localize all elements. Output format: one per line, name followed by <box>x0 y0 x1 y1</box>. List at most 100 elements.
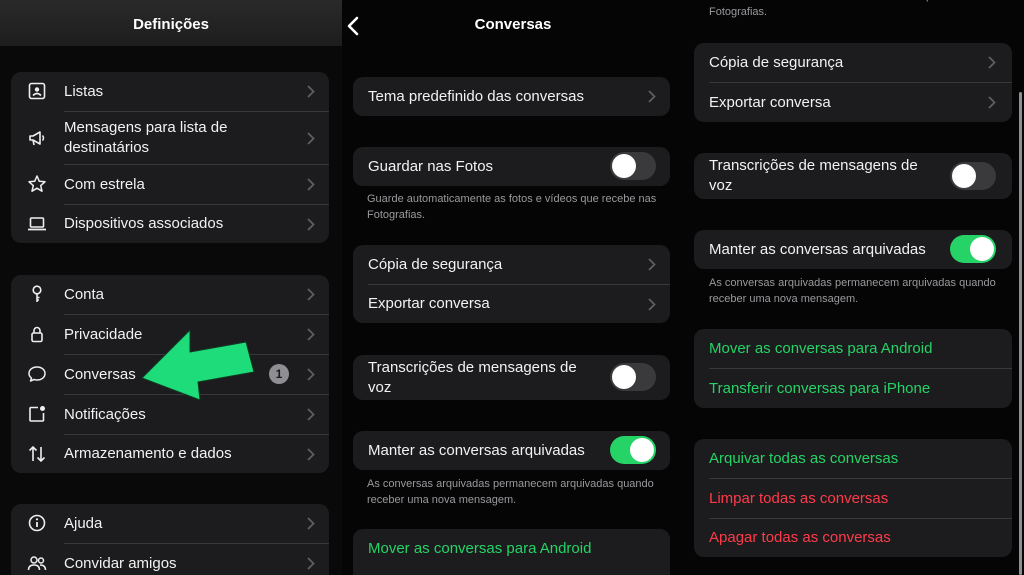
chevron-right-icon <box>648 90 656 103</box>
save-photos-toggle[interactable] <box>610 152 656 180</box>
key-icon <box>32 285 42 302</box>
data-arrows-icon <box>28 445 46 463</box>
settings-item-help[interactable]: Ajuda <box>11 504 329 543</box>
move-to-android-item[interactable]: Mover as conversas para Android <box>694 329 1012 368</box>
laptop-icon <box>28 217 46 231</box>
unread-badge: 1 <box>269 364 289 384</box>
settings-item-label: Conversas <box>64 365 136 383</box>
keep-archived-item: Manter as conversas arquivadas <box>353 431 670 470</box>
chevron-right-icon <box>307 288 315 301</box>
settings-item-storage[interactable]: Armazenamento e dados <box>11 435 329 473</box>
green-arrow-icon <box>141 329 255 400</box>
settings-item-label: Armazenamento e dados <box>64 445 232 462</box>
export-chat-item[interactable]: Exportar conversa <box>353 285 670 323</box>
chevron-right-icon <box>307 132 315 145</box>
keep-archived-item: Manter as conversas arquivadas <box>694 230 1012 269</box>
keep-archived-note: As conversas arquivadas permanecem arqui… <box>709 277 996 305</box>
settings-item-account[interactable]: Conta <box>11 275 329 314</box>
settings-item-linked-devices[interactable]: Dispositivos associados <box>11 205 329 243</box>
transcripts-group: Transcrições de mensagens de voz <box>353 355 670 400</box>
scrollbar[interactable] <box>1019 92 1022 575</box>
export-chat-item[interactable]: Exportar conversa <box>694 83 1012 122</box>
export-chat-label: Exportar conversa <box>368 295 490 312</box>
chevron-right-icon <box>307 85 315 98</box>
settings-item-label: Conta <box>64 285 105 303</box>
info-icon <box>28 514 46 532</box>
settings-item-label: Com estrela <box>64 175 145 193</box>
list-card-icon <box>28 82 46 100</box>
settings-item-label: Listas <box>64 82 104 100</box>
settings-item-label: Privacidade <box>64 325 143 343</box>
settings-item-notifications[interactable]: Notificações <box>11 395 329 434</box>
backup-label: Cópia de segurança <box>368 255 503 273</box>
settings-group-tools: Listas Mensagens para lista de destinatá… <box>11 72 329 243</box>
settings-item-label: Ajuda <box>64 514 103 532</box>
page-title: Conversas <box>474 16 552 33</box>
people-icon <box>27 556 47 571</box>
settings-item-label: Mensagens para lista de destinatários <box>64 119 228 156</box>
transcripts-group: Transcrições de mensagens de voz <box>694 153 1012 199</box>
chevron-right-icon <box>988 96 996 109</box>
save-photos-note: Guarde automaticamente as fotos e vídeos… <box>367 193 657 221</box>
keep-archived-note: As conversas arquivadas permanecem arqui… <box>367 478 654 506</box>
backup-item[interactable]: Cópia de segurança <box>353 245 670 284</box>
settings-group-help: Ajuda Convidar amigos <box>11 504 329 575</box>
default-theme-label: Tema predefinido das conversas <box>368 87 584 105</box>
settings-item-label: Convidar amigos <box>64 554 177 572</box>
settings-item-label: Dispositivos associados <box>64 215 224 232</box>
keep-archived-label: Manter as conversas arquivadas <box>709 240 926 258</box>
voice-transcripts-item: Transcrições de mensagens de voz <box>353 355 670 400</box>
save-photos-note: Guarde automaticamente as fotos e vídeos… <box>709 0 998 18</box>
chats-settings-panel: Conversas Tema predefinido das conversas… <box>342 0 684 575</box>
settings-item-lists[interactable]: Listas <box>11 72 329 111</box>
chevron-right-icon <box>988 56 996 69</box>
transfer-to-iphone-label: Transferir conversas para iPhone <box>709 379 931 397</box>
keep-archived-label: Manter as conversas arquivadas <box>368 441 585 459</box>
voice-transcripts-label: Transcrições de mensagens de voz <box>709 157 918 194</box>
keep-archived-group: Manter as conversas arquivadas <box>694 230 1012 269</box>
clear-all-label: Limpar todas as conversas <box>709 489 889 507</box>
voice-transcripts-toggle[interactable] <box>610 363 656 391</box>
default-theme-item[interactable]: Tema predefinido das conversas <box>353 77 670 116</box>
move-to-android-item[interactable]: Mover as conversas para Android <box>353 529 670 568</box>
move-to-android-label: Mover as conversas para Android <box>368 539 592 557</box>
clear-all-item[interactable]: Limpar todas as conversas <box>694 479 1012 518</box>
chevron-right-icon <box>307 517 315 530</box>
chevron-right-icon <box>307 218 315 231</box>
theme-group: Tema predefinido das conversas <box>353 77 670 116</box>
chevron-right-icon <box>307 408 315 421</box>
chevron-right-icon <box>648 258 656 271</box>
voice-transcripts-item: Transcrições de mensagens de voz <box>694 153 1012 199</box>
settings-item-label: Notificações <box>64 405 146 423</box>
backup-label: Cópia de segurança <box>709 53 844 71</box>
delete-all-label: Apagar todas as conversas <box>709 529 891 546</box>
chevron-right-icon <box>307 368 315 381</box>
transfer-group: Mover as conversas para Android <box>353 529 670 575</box>
save-photos-label: Guardar nas Fotos <box>368 157 494 175</box>
backup-group: Cópia de segurança Exportar conversa <box>694 43 1012 122</box>
lock-icon <box>31 326 43 343</box>
delete-all-item[interactable]: Apagar todas as conversas <box>694 519 1012 557</box>
transfer-to-iphone-item[interactable]: Transferir conversas para iPhone <box>694 369 1012 408</box>
chats-settings-panel-scrolled: Guarde automaticamente as fotos e vídeos… <box>684 0 1024 575</box>
chat-bubble-icon <box>28 366 46 382</box>
chevron-right-icon <box>307 178 315 191</box>
settings-panel: Definições Listas Mensagens para lista d… <box>0 0 342 575</box>
save-photos-item: Guardar nas Fotos <box>353 147 670 186</box>
archive-all-label: Arquivar todas as conversas <box>709 449 899 467</box>
keep-archived-toggle[interactable] <box>950 235 996 263</box>
keep-archived-toggle[interactable] <box>610 436 656 464</box>
notification-icon <box>29 406 45 422</box>
chevron-right-icon <box>307 328 315 341</box>
settings-item-starred[interactable]: Com estrela <box>11 165 329 204</box>
archive-all-item[interactable]: Arquivar todas as conversas <box>694 439 1012 478</box>
voice-transcripts-toggle[interactable] <box>950 162 996 190</box>
voice-transcripts-label: Transcrições de mensagens de voz <box>368 358 577 396</box>
backup-item[interactable]: Cópia de segurança <box>694 43 1012 82</box>
settings-item-invite[interactable]: Convidar amigos <box>11 544 329 575</box>
chevron-right-icon <box>648 298 656 311</box>
settings-header: Definições <box>0 0 342 46</box>
keep-archived-group: Manter as conversas arquivadas <box>353 431 670 470</box>
settings-item-broadcast[interactable]: Mensagens para lista de destinatários <box>11 112 329 164</box>
export-chat-label: Exportar conversa <box>709 93 831 111</box>
